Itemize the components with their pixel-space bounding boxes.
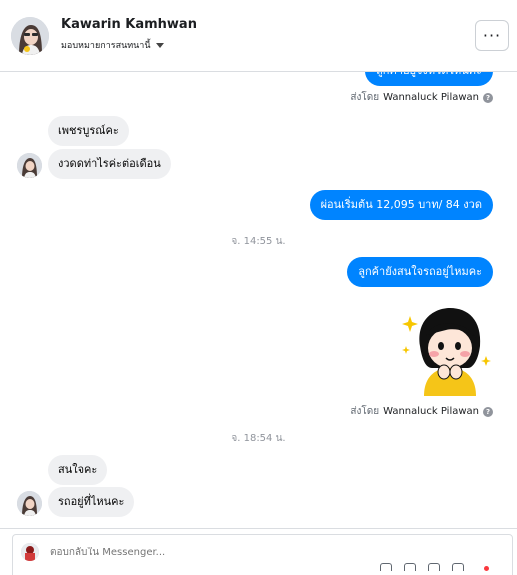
page-avatar — [21, 543, 39, 561]
sent-by-line: ส่งโดย Wannaluck Pilawan ? — [350, 404, 493, 419]
contact-avatar-small — [17, 491, 42, 516]
attach-icon[interactable] — [380, 563, 392, 571]
more-dots-icon: ··· — [482, 26, 502, 45]
caret-down-icon — [155, 42, 164, 48]
message-thread: ลูกค้าอยู่จังหวัดไหนคะ ส่งโดย Wannaluck … — [0, 72, 517, 528]
contact-name[interactable]: Kawarin Kamhwan — [61, 17, 197, 32]
reply-input[interactable] — [50, 547, 410, 558]
composer-toolbar — [380, 563, 464, 571]
sent-by-prefix: ส่งโดย — [350, 406, 380, 417]
sent-by-prefix: ส่งโดย — [350, 92, 380, 103]
help-icon[interactable]: ? — [483, 92, 493, 103]
message-timestamp: จ. 14:55 น. — [231, 236, 286, 247]
messenger-conversation-window: Kawarin Kamhwan มอบหมายการสนทนานี้ ··· ล… — [0, 0, 517, 575]
girl-sparkles-sticker[interactable] — [398, 306, 494, 396]
incoming-message[interactable]: เพชรบูรณ์คะ — [48, 116, 129, 146]
notification-dot — [484, 566, 489, 571]
incoming-message[interactable]: รถอยู่ที่ไหนคะ — [48, 487, 135, 517]
assign-conversation-label: มอบหมายการสนทนานี้ — [61, 41, 151, 51]
outgoing-message[interactable]: ลูกค้าอยู่จังหวัดไหนคะ — [365, 72, 493, 86]
image-icon[interactable] — [404, 563, 416, 571]
more-options-button[interactable]: ··· — [475, 20, 509, 51]
outgoing-message[interactable]: ลูกค้ายังสนใจรถอยู่ไหมคะ — [347, 257, 493, 287]
message-timestamp: จ. 18:54 น. — [231, 433, 286, 444]
sent-by-name: Wannaluck Pilawan — [383, 92, 479, 103]
conversation-header: Kawarin Kamhwan มอบหมายการสนทนานี้ ··· — [0, 0, 517, 72]
sent-by-name: Wannaluck Pilawan — [383, 406, 479, 417]
outgoing-message[interactable]: ผ่อนเริ่มต้น 12,095 บาท/ 84 งวด — [309, 190, 493, 220]
scrollbar[interactable] — [511, 72, 517, 528]
help-icon[interactable]: ? — [483, 406, 493, 417]
contact-avatar-small — [17, 153, 42, 178]
sticker-icon[interactable] — [452, 563, 464, 571]
incoming-message[interactable]: สนใจคะ — [48, 455, 108, 485]
incoming-message[interactable]: งวดดท่าไรค่ะต่อเดือน — [48, 149, 171, 179]
emoji-icon[interactable] — [428, 563, 440, 571]
contact-avatar[interactable] — [11, 17, 49, 55]
reply-composer — [0, 528, 517, 575]
sent-by-line: ส่งโดย Wannaluck Pilawan ? — [350, 90, 493, 105]
assign-conversation-dropdown[interactable]: มอบหมายการสนทนานี้ — [61, 38, 164, 52]
